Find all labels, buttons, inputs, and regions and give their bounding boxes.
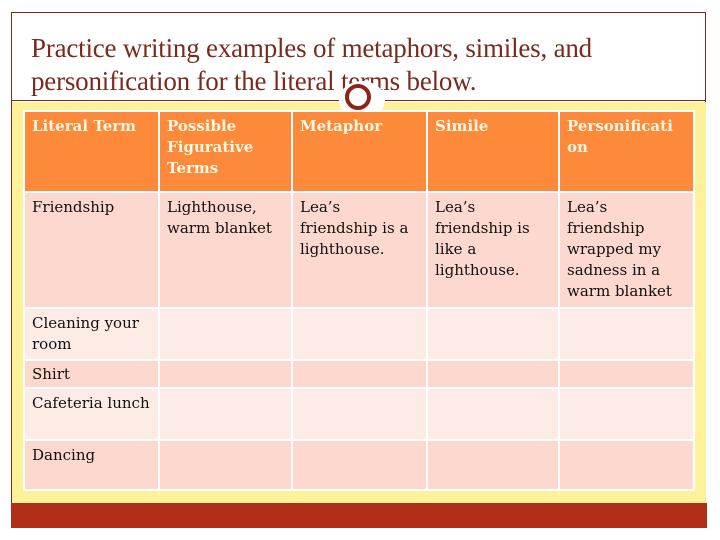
footer-bar xyxy=(11,503,707,528)
cell-simile[interactable] xyxy=(428,361,558,387)
cell-simile[interactable] xyxy=(428,309,558,359)
cell-literal-term[interactable]: Friendship xyxy=(25,193,158,307)
cell-metaphor[interactable]: Lea’s friendship is a lighthouse. xyxy=(293,193,426,307)
cell-figurative-terms[interactable] xyxy=(160,441,291,489)
cell-personification[interactable]: Lea’s friendship wrapped my sadness in a… xyxy=(560,193,693,307)
header-simile: Simile xyxy=(428,112,558,191)
cell-figurative-terms[interactable] xyxy=(160,361,291,387)
header-literal-term: Literal Term xyxy=(25,112,158,191)
figurative-language-table: Literal Term Possible Figurative Terms M… xyxy=(23,110,695,491)
cell-simile[interactable]: Lea’s friendship is like a lighthouse. xyxy=(428,193,558,307)
cell-personification[interactable] xyxy=(560,441,693,489)
cell-literal-term[interactable]: Cafeteria lunch xyxy=(25,389,158,439)
cell-metaphor[interactable] xyxy=(293,441,426,489)
cell-figurative-terms[interactable] xyxy=(160,389,291,439)
cell-personification[interactable] xyxy=(560,389,693,439)
cell-personification[interactable] xyxy=(560,309,693,359)
header-personification: Personificati on xyxy=(560,112,693,191)
cell-literal-term[interactable]: Cleaning your room xyxy=(25,309,158,359)
table-header-row: Literal Term Possible Figurative Terms M… xyxy=(25,112,693,191)
cell-simile[interactable] xyxy=(428,389,558,439)
cell-metaphor[interactable] xyxy=(293,361,426,387)
table-row: Cafeteria lunch xyxy=(25,389,693,439)
cell-metaphor[interactable] xyxy=(293,389,426,439)
cell-simile[interactable] xyxy=(428,441,558,489)
table-row: Shirt xyxy=(25,361,693,387)
cell-literal-term[interactable]: Dancing xyxy=(25,441,158,489)
cell-literal-term[interactable]: Shirt xyxy=(25,361,158,387)
table-row: Friendship Lighthouse, warm blanket Lea’… xyxy=(25,193,693,307)
table-row: Cleaning your room xyxy=(25,309,693,359)
cell-figurative-terms[interactable] xyxy=(160,309,291,359)
cell-figurative-terms[interactable]: Lighthouse, warm blanket xyxy=(160,193,291,307)
cell-metaphor[interactable] xyxy=(293,309,426,359)
header-figurative-terms: Possible Figurative Terms xyxy=(160,112,291,191)
ring-ornament-icon xyxy=(345,84,371,110)
header-metaphor: Metaphor xyxy=(293,112,426,191)
cell-personification[interactable] xyxy=(560,361,693,387)
table-row: Dancing xyxy=(25,441,693,489)
